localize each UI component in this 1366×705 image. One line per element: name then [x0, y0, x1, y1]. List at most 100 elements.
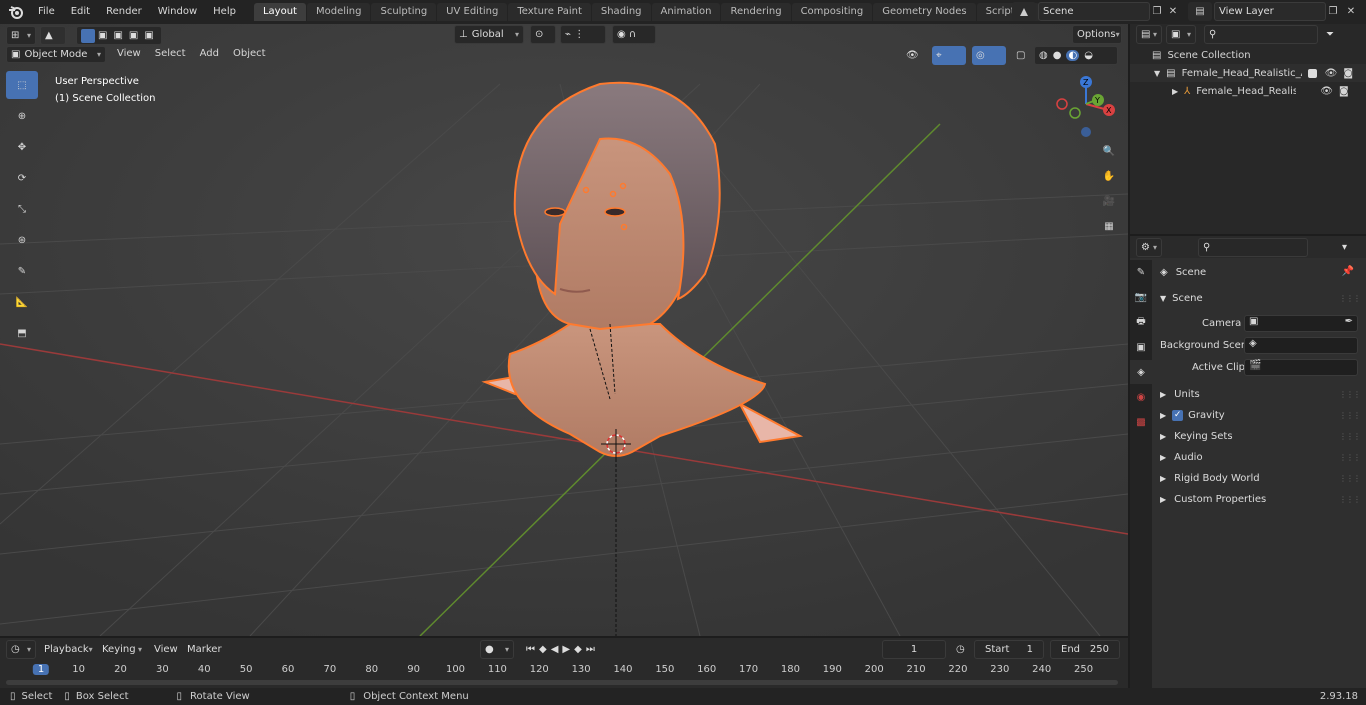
select-extend-icon[interactable]: ▣	[98, 30, 107, 41]
keying-sets-section[interactable]: ▶ Keying Sets	[1160, 426, 1233, 446]
frame-ruler[interactable]: 1 10 20 30 40 50 60 70 80 90 100 110 120 130 140 150 160…	[0, 662, 1128, 680]
scale-tool[interactable]: ⤡	[6, 195, 38, 223]
move-tool[interactable]: ✥	[6, 133, 38, 161]
zoom-icon[interactable]: 🔍	[1098, 140, 1120, 162]
material-shading-icon[interactable]: ◐	[1066, 50, 1080, 61]
end-frame-field[interactable]: End 250	[1050, 640, 1120, 659]
drag-grip-icon[interactable]: ⋮⋮⋮	[1339, 411, 1361, 420]
menu-edit[interactable]: Edit	[63, 1, 98, 23]
preview-range-icon[interactable]: ◷	[952, 640, 970, 659]
xray-toggle-icon[interactable]: ▢	[1012, 46, 1030, 65]
blender-logo-icon[interactable]	[6, 2, 26, 22]
duplicate-scene-icon[interactable]: ❐	[1150, 2, 1164, 21]
tab-animation[interactable]: Animation	[651, 3, 721, 21]
tab-sculpting[interactable]: Sculpting	[371, 3, 437, 21]
annotate-tool[interactable]: ✎	[6, 257, 38, 285]
marker-menu[interactable]: Marker	[183, 640, 223, 659]
camera-render-icon[interactable]: ◙	[1339, 86, 1349, 97]
custom-properties-section[interactable]: ▶ Custom Properties	[1160, 489, 1266, 509]
overlays-toggle-icon[interactable]: ◎	[972, 46, 1006, 65]
add-cube-tool[interactable]: ⬒	[6, 319, 38, 347]
tab-layout[interactable]: Layout	[253, 3, 306, 21]
gravity-section[interactable]: ▶ ✓ Gravity	[1160, 405, 1225, 425]
scene-selector-icon[interactable]	[1012, 2, 1036, 21]
viewport-menu-add[interactable]: Add	[193, 44, 226, 64]
background-scene-field[interactable]: ◈	[1244, 337, 1358, 354]
tab-modeling[interactable]: Modeling	[306, 3, 371, 21]
outliner-row-root[interactable]: ▤ Scene Collection	[1130, 46, 1366, 64]
current-frame-field[interactable]: 1	[882, 640, 946, 659]
audio-section[interactable]: ▶ Audio	[1160, 447, 1203, 467]
jump-end-icon[interactable]: ⏭	[586, 644, 599, 655]
eye-icon[interactable]: 👁	[1325, 68, 1338, 79]
keying-menu[interactable]: Keying ▾	[98, 640, 146, 659]
viewport-menu-object[interactable]: Object	[226, 44, 273, 64]
render-tab-icon[interactable]: 📷	[1130, 285, 1152, 309]
jump-start-icon[interactable]: ⏮	[526, 644, 539, 655]
eye-icon[interactable]: 👁	[1320, 86, 1333, 97]
measure-tool[interactable]: 📐	[6, 288, 38, 316]
rendered-shading-icon[interactable]: ◒	[1084, 50, 1093, 61]
cursor-tool[interactable]: ⊕	[6, 102, 38, 130]
outliner-row-head-collection[interactable]: ▼ ▤ Female_Head_Realistic_Anat 👁 ◙	[1130, 64, 1366, 82]
tab-rendering[interactable]: Rendering	[721, 3, 791, 21]
camera-render-icon[interactable]: ◙	[1343, 68, 1353, 79]
drag-grip-icon[interactable]: ⋮⋮⋮	[1339, 495, 1361, 504]
gizmo-toggle-icon[interactable]: ⌖	[932, 46, 966, 65]
view-layer-tab-icon[interactable]: ▣	[1130, 335, 1152, 359]
3d-viewport[interactable]: ⊞ ▾ ▲ ▣ ▣ ▣ ▣ ▣ Object Mode ▾ View Select …	[0, 24, 1128, 636]
select-intersect-icon[interactable]: ▣	[144, 30, 153, 41]
timeline-editor-type[interactable]: ◷ ▾	[6, 640, 36, 659]
outliner-search[interactable]: ⚲	[1204, 25, 1318, 44]
pivot-point-icon[interactable]: ⊙	[530, 25, 556, 44]
display-mode-icon[interactable]: ▣ ▾	[1166, 25, 1196, 44]
select-invert-icon[interactable]: ▣	[129, 30, 138, 41]
delete-view-layer-icon[interactable]: ✕	[1344, 2, 1358, 21]
select-subtract-icon[interactable]: ▣	[113, 30, 122, 41]
camera-field[interactable]: ▣ ✒	[1244, 315, 1358, 332]
tab-compositing[interactable]: Compositing	[791, 3, 873, 21]
tab-geometry-nodes[interactable]: Geometry Nodes	[873, 3, 976, 21]
units-section[interactable]: ▶ Units	[1160, 384, 1200, 404]
view-layer-field[interactable]: View Layer	[1214, 2, 1326, 21]
drag-grip-icon[interactable]: ⋮⋮⋮	[1339, 474, 1361, 483]
prev-keyframe-icon[interactable]: ◆	[539, 644, 551, 655]
drag-grip-icon[interactable]: ⋮⋮⋮	[1339, 432, 1361, 441]
rotate-tool[interactable]: ⟳	[6, 164, 38, 192]
mode-dropdown[interactable]: ▣ Object Mode ▾	[6, 46, 106, 63]
wireframe-shading-icon[interactable]: ◍	[1039, 50, 1048, 61]
timeline-scrollbar[interactable]	[6, 680, 1118, 685]
viewport-menu-view[interactable]: View	[110, 44, 148, 64]
options-dropdown[interactable]: Options ▾	[1072, 25, 1122, 44]
menu-help[interactable]: Help	[205, 1, 244, 23]
tab-texture-paint[interactable]: Texture Paint	[508, 3, 591, 21]
texture-tab-icon[interactable]: ▩	[1130, 410, 1152, 434]
tool-tab-icon[interactable]: ✎	[1130, 260, 1152, 284]
perspective-grid-icon[interactable]: ▦	[1098, 215, 1120, 237]
menu-window[interactable]: Window	[150, 1, 205, 23]
snapping-icon[interactable]: ⌁ ⋮	[560, 25, 606, 44]
gravity-checkbox[interactable]: ✓	[1172, 409, 1184, 421]
playback-menu[interactable]: Playback ▾	[40, 640, 96, 659]
menu-render[interactable]: Render	[98, 1, 150, 23]
transform-tool[interactable]: ⊛	[6, 226, 38, 254]
proportional-editing-icon[interactable]: ◉ ∩	[612, 25, 656, 44]
active-clip-field[interactable]: 🎬	[1244, 359, 1358, 376]
scene-name-field[interactable]: Scene	[1038, 2, 1150, 21]
expand-arrow-icon[interactable]: ▶	[1172, 87, 1178, 96]
properties-editor-type[interactable]: ⚙ ▾	[1136, 238, 1162, 257]
drag-grip-icon[interactable]: ⋮⋮⋮	[1339, 294, 1361, 303]
start-frame-field[interactable]: Start 1	[974, 640, 1044, 659]
rigid-body-section[interactable]: ▶ Rigid Body World	[1160, 468, 1260, 488]
include-checkbox[interactable]	[1307, 68, 1317, 78]
eyedropper-icon[interactable]: ✒	[1345, 316, 1353, 327]
expand-arrow-icon[interactable]: ▼	[1154, 69, 1160, 78]
menu-file[interactable]: File	[30, 1, 63, 23]
outliner-row-head-object[interactable]: ▶ ⅄ Female_Head_Realistic_A 👁 ◙	[1130, 82, 1366, 100]
next-keyframe-icon[interactable]: ◆	[574, 644, 586, 655]
scene-panel-header[interactable]: ▼ Scene	[1160, 288, 1203, 308]
pan-hand-icon[interactable]: ✋	[1098, 165, 1120, 187]
world-tab-icon[interactable]: ◉	[1130, 385, 1152, 409]
editor-type-button[interactable]: ⊞ ▾	[6, 26, 36, 45]
duplicate-view-layer-icon[interactable]: ❐	[1326, 2, 1340, 21]
